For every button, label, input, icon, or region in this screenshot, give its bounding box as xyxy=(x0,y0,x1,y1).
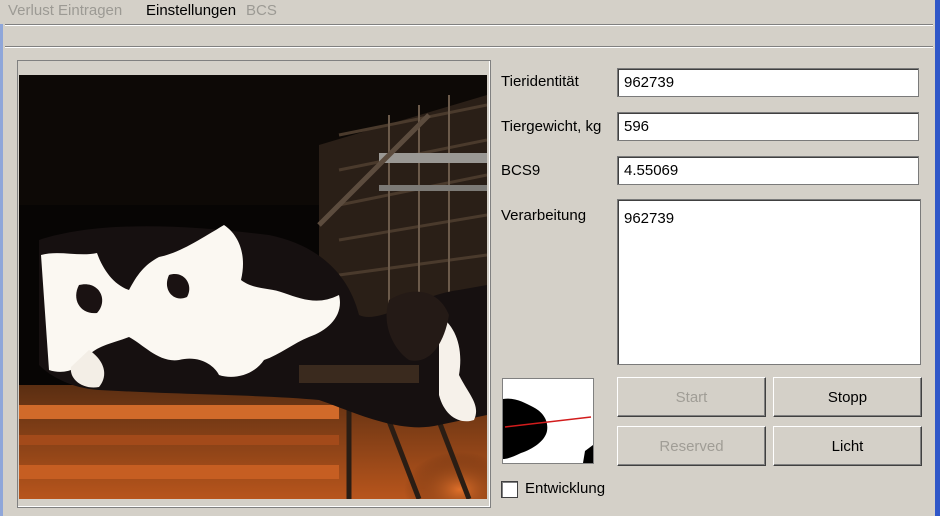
bcs-field[interactable]: 4.55069 xyxy=(617,156,919,185)
animal-id-label: Tieridentität xyxy=(501,73,579,90)
animal-id-field[interactable]: 962739 xyxy=(617,68,919,97)
menu-item-einstellungen[interactable]: Einstellungen xyxy=(146,1,236,21)
development-checkbox[interactable] xyxy=(501,481,518,498)
bcs-label: BCS9 xyxy=(501,162,541,179)
camera-view xyxy=(19,75,487,499)
weight-field[interactable]: 596 xyxy=(617,112,919,141)
toolbar-divider-highlight xyxy=(5,47,933,48)
menu-divider-highlight xyxy=(5,25,933,26)
start-button[interactable]: Start xyxy=(617,377,766,417)
stop-button[interactable]: Stopp xyxy=(773,377,922,417)
window-frame-left xyxy=(0,0,3,516)
menu-item-bcs[interactable]: BCS xyxy=(246,1,277,21)
development-checkbox-label: Entwicklung xyxy=(525,480,606,497)
weight-label: Tiergewicht, kg xyxy=(501,118,602,135)
contour-image xyxy=(503,379,593,463)
processing-label: Verarbeitung xyxy=(501,207,587,224)
light-button[interactable]: Licht xyxy=(773,426,922,466)
processing-textarea[interactable]: 962739 xyxy=(617,199,921,365)
window-frame-right xyxy=(935,0,940,516)
menu-bar: Verlust Eintragen Einstellungen BCS xyxy=(0,0,935,24)
contour-thumbnail xyxy=(502,378,594,464)
menu-item-verlust-eintragen[interactable]: Verlust Eintragen xyxy=(8,1,122,21)
camera-image xyxy=(19,75,487,499)
reserved-button[interactable]: Reserved xyxy=(617,426,766,466)
